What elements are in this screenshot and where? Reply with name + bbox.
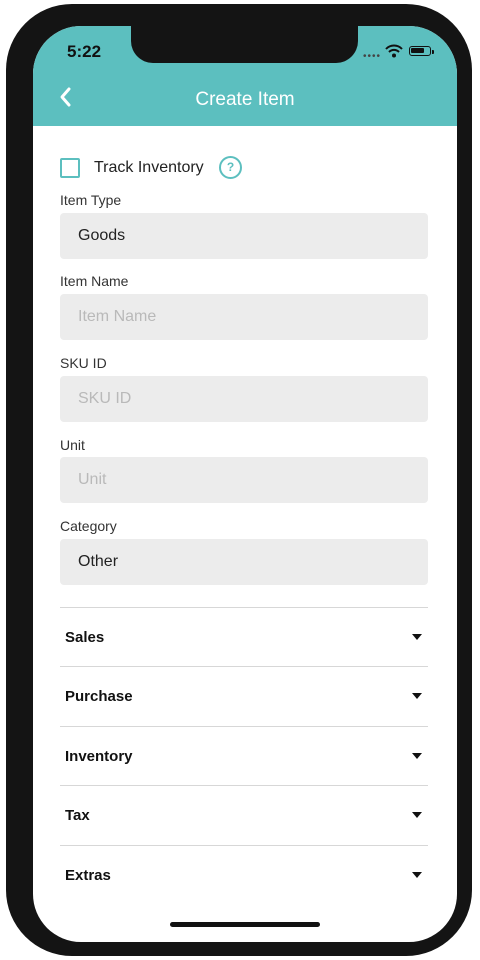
unit-input[interactable] xyxy=(60,457,428,503)
track-inventory-row: Track Inventory ? xyxy=(60,155,360,181)
signal-icon: •••• xyxy=(363,51,382,62)
category-label: Category xyxy=(60,518,117,534)
section-tax[interactable]: Tax xyxy=(60,785,428,844)
status-time: 5:22 xyxy=(67,42,102,61)
section-label: Tax xyxy=(65,807,90,824)
caret-down-icon xyxy=(412,753,422,759)
item-name-label: Item Name xyxy=(60,273,129,289)
battery-nub xyxy=(432,50,434,54)
caret-down-icon xyxy=(412,812,422,818)
app-screen: 5:22 •••• Create Item Track Inventory ? … xyxy=(33,26,457,942)
section-extras[interactable]: Extras xyxy=(60,845,428,904)
section-label: Inventory xyxy=(65,748,133,765)
help-icon[interactable]: ? xyxy=(219,156,242,179)
phone-frame: 5:22 •••• Create Item Track Inventory ? … xyxy=(6,4,472,956)
caret-down-icon xyxy=(412,872,422,878)
sku-id-input[interactable] xyxy=(60,376,428,422)
section-label: Purchase xyxy=(65,688,133,705)
section-purchase[interactable]: Purchase xyxy=(60,666,428,725)
item-type-select[interactable]: Goods xyxy=(60,213,428,259)
caret-down-icon xyxy=(412,693,422,699)
item-name-input[interactable] xyxy=(60,294,428,340)
unit-label: Unit xyxy=(60,437,85,453)
section-inventory[interactable]: Inventory xyxy=(60,726,428,785)
section-label: Extras xyxy=(65,867,111,884)
device-notch xyxy=(131,26,358,63)
section-sales[interactable]: Sales xyxy=(60,607,428,666)
track-inventory-checkbox[interactable] xyxy=(60,158,80,178)
sku-id-label: SKU ID xyxy=(60,355,107,371)
page-title: Create Item xyxy=(195,89,295,110)
track-inventory-label: Track Inventory xyxy=(94,159,204,176)
wifi-icon xyxy=(385,44,403,58)
home-indicator[interactable] xyxy=(170,922,320,927)
caret-down-icon xyxy=(412,634,422,640)
battery-icon xyxy=(409,46,431,56)
section-label: Sales xyxy=(65,629,105,646)
item-type-label: Item Type xyxy=(60,192,122,208)
status-icons: •••• xyxy=(363,44,443,62)
header-bar: 5:22 •••• Create Item xyxy=(33,26,457,126)
category-select[interactable]: Other xyxy=(60,539,428,585)
